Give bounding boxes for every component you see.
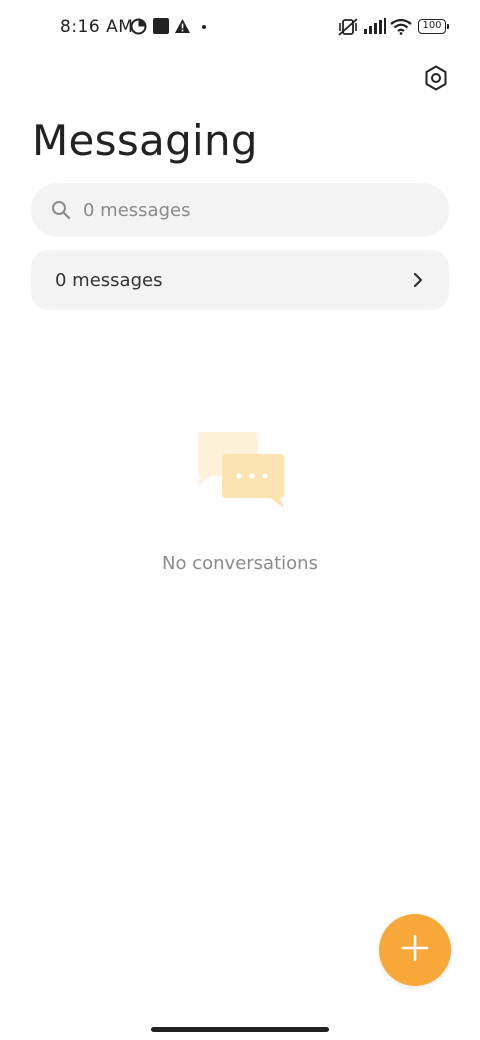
status-bar: 8:16 AM 100 — [0, 0, 480, 56]
page-title: Messaging — [32, 116, 258, 165]
battery-icon: 100 — [418, 19, 449, 34]
signal-icon — [364, 18, 386, 39]
data-saver-icon — [130, 18, 147, 40]
wifi-icon — [390, 18, 412, 40]
search-placeholder: 0 messages — [83, 199, 191, 221]
messaging-screen: 8:16 AM 100 Messaging 0 messages 0 messa… — [0, 0, 480, 1040]
square-notification-icon — [153, 18, 169, 39]
warning-icon — [174, 18, 191, 39]
messages-row[interactable]: 0 messages — [31, 250, 449, 310]
dot-icon — [202, 25, 206, 29]
settings-button[interactable] — [420, 64, 452, 96]
vibrate-off-icon — [338, 18, 358, 41]
status-time: 8:16 AM — [60, 17, 134, 37]
search-icon — [51, 200, 71, 220]
new-conversation-button[interactable] — [379, 914, 451, 986]
settings-hexagon-icon — [424, 65, 448, 95]
chevron-right-icon — [411, 271, 425, 289]
empty-state-text: No conversations — [162, 553, 318, 574]
search-input[interactable]: 0 messages — [31, 183, 449, 237]
messages-row-label: 0 messages — [55, 269, 163, 291]
plus-icon — [401, 934, 429, 966]
home-indicator[interactable] — [151, 1027, 329, 1032]
chat-bubbles-icon — [194, 430, 286, 510]
